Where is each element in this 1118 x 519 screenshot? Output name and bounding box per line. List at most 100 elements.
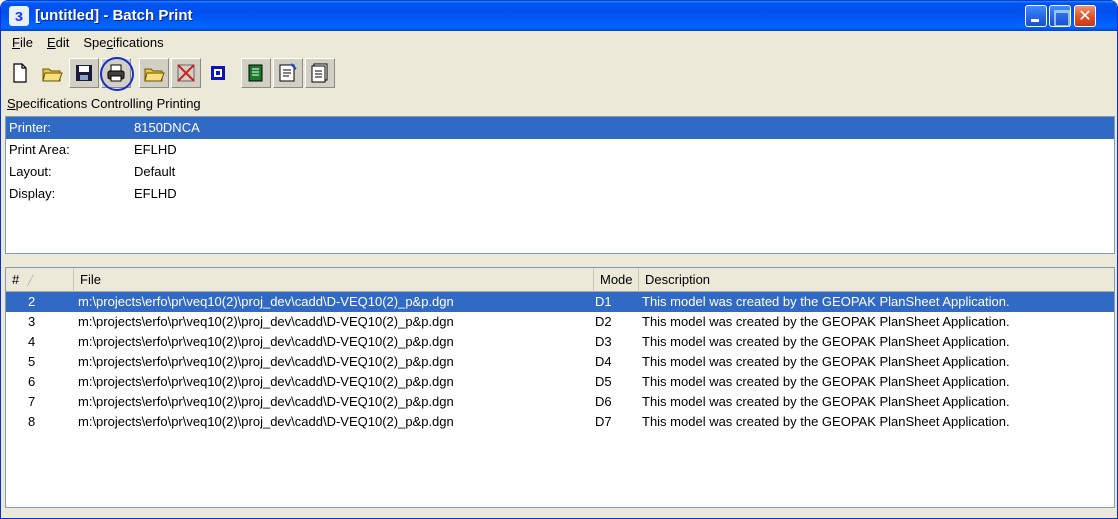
sort-arrow-icon: ╱ [27, 276, 34, 287]
cell-description: This model was created by the GEOPAK Pla… [642, 354, 1010, 369]
cell-number: 7 [28, 394, 36, 409]
window-title: [untitled] - Batch Print [35, 7, 193, 24]
spec-label-text: pecifications Controlling Printing [15, 96, 201, 111]
green-document-icon [248, 64, 263, 81]
cell-number: 4 [28, 334, 36, 349]
cell-file: m:\projects\erfo\pr\veq10(2)\proj_dev\ca… [78, 294, 454, 309]
document-list-icon [311, 63, 328, 82]
cell-description: This model was created by the GEOPAK Pla… [642, 314, 1010, 329]
table-row[interactable]: 6 m:\projects\erfo\pr\veq10(2)\proj_dev\… [6, 372, 1114, 392]
new-button[interactable] [5, 58, 35, 88]
open-button[interactable] [37, 58, 67, 88]
app-logo-icon: ɜ [9, 6, 29, 26]
column-header-number[interactable]: # ╱ [6, 268, 74, 292]
cell-mode: D6 [595, 394, 612, 409]
cell-description: This model was created by the GEOPAK Pla… [642, 394, 1010, 409]
specifications-label: Specifications Controlling Printing [7, 96, 201, 111]
delete-x-icon [177, 63, 195, 82]
save-button[interactable] [69, 57, 99, 88]
menu-file-label: ile [19, 35, 33, 50]
maximize-icon [1050, 6, 1070, 27]
open-folder-icon [42, 68, 63, 81]
spec-value: Default [134, 164, 176, 179]
save-disk-icon [76, 64, 92, 81]
table-row[interactable]: 7 m:\projects\erfo\pr\veq10(2)\proj_dev\… [6, 392, 1114, 412]
maximize-button[interactable] [1049, 5, 1071, 27]
cell-mode: D1 [595, 294, 612, 309]
document-list-button[interactable] [305, 57, 335, 88]
batch-print-window: ɜ [untitled] - Batch Print ✕ File Edit S… [0, 0, 1118, 519]
cell-number: 5 [28, 354, 36, 369]
column-header-mode[interactable]: Mode [594, 268, 639, 292]
column-header-description[interactable]: Description [639, 268, 1114, 292]
file-list-header: # ╱ File Mode Description [6, 268, 1114, 292]
cell-file: m:\projects\erfo\pr\veq10(2)\proj_dev\ca… [78, 314, 454, 329]
minimize-button[interactable] [1025, 5, 1047, 27]
spec-value: EFLHD [134, 142, 177, 157]
spec-value: EFLHD [134, 186, 177, 201]
menu-file-mnemonic: F [12, 35, 20, 50]
cell-file: m:\projects\erfo\pr\veq10(2)\proj_dev\ca… [78, 334, 454, 349]
cell-mode: D2 [595, 314, 612, 329]
file-list[interactable]: # ╱ File Mode Description 2 m:\projects\e… [5, 267, 1115, 508]
spec-key: Display: [9, 186, 56, 201]
cell-number: 2 [28, 294, 36, 309]
cell-description: This model was created by the GEOPAK Pla… [642, 294, 1010, 309]
table-row[interactable]: 8 m:\projects\erfo\pr\veq10(2)\proj_dev\… [6, 412, 1114, 432]
table-row[interactable]: 3 m:\projects\erfo\pr\veq10(2)\proj_dev\… [6, 312, 1114, 332]
print-button[interactable] [100, 56, 134, 91]
cell-number: 3 [28, 314, 36, 329]
cell-mode: D5 [595, 374, 612, 389]
spec-value: 8150DNCA [134, 120, 200, 135]
cell-mode: D3 [595, 334, 612, 349]
document-edit-button[interactable] [273, 57, 303, 88]
close-button[interactable]: ✕ [1074, 5, 1096, 27]
spec-row-layout[interactable]: Layout: Default [6, 161, 1114, 183]
column-header-file[interactable]: File [74, 268, 594, 292]
spec-key: Print Area: [9, 142, 70, 157]
highlight-ring [100, 56, 134, 91]
menu-spec-label: ifications [113, 35, 164, 50]
cell-file: m:\projects\erfo\pr\veq10(2)\proj_dev\ca… [78, 414, 454, 429]
specifications-list[interactable]: Printer: 8150DNCA Print Area: EFLHD Layo… [5, 116, 1115, 254]
menu-file[interactable]: File [5, 33, 40, 53]
spec-row-printer[interactable]: Printer: 8150DNCA [6, 117, 1114, 139]
window-square-icon [211, 65, 225, 80]
table-row[interactable]: 4 m:\projects\erfo\pr\veq10(2)\proj_dev\… [6, 332, 1114, 352]
cell-mode: D7 [595, 414, 612, 429]
spec-row-print-area[interactable]: Print Area: EFLHD [6, 139, 1114, 161]
cell-description: This model was created by the GEOPAK Pla… [642, 334, 1010, 349]
document-edit-icon [279, 62, 297, 81]
menu-edit-mnemonic: E [46, 35, 56, 50]
menu-specifications[interactable]: Specifications [76, 33, 170, 53]
spec-key: Layout: [9, 164, 52, 179]
new-document-icon [13, 62, 27, 83]
table-row[interactable]: 5 m:\projects\erfo\pr\veq10(2)\proj_dev\… [6, 352, 1114, 372]
open-spec-folder-icon [144, 68, 165, 81]
cell-description: This model was created by the GEOPAK Pla… [642, 374, 1010, 389]
delete-button[interactable] [171, 57, 201, 88]
spec-key: Printer: [9, 120, 51, 135]
spec-row-display[interactable]: Display: EFLHD [6, 183, 1114, 205]
cell-mode: D4 [595, 354, 612, 369]
cell-file: m:\projects\erfo\pr\veq10(2)\proj_dev\ca… [78, 354, 454, 369]
spec-label-mnemonic: S [7, 96, 16, 111]
menu-edit-label: dit [55, 35, 70, 50]
toolbar [5, 56, 337, 91]
cell-file: m:\projects\erfo\pr\veq10(2)\proj_dev\ca… [78, 394, 454, 409]
green-document-button[interactable] [241, 57, 271, 88]
close-icon: ✕ [1078, 6, 1092, 25]
window-button[interactable] [203, 58, 233, 88]
title-bar[interactable]: ɜ [untitled] - Batch Print ✕ [1, 1, 1117, 31]
cell-description: This model was created by the GEOPAK Pla… [642, 414, 1010, 429]
menu-edit[interactable]: Edit [40, 33, 76, 53]
column-number-label: # [12, 272, 20, 287]
cell-number: 6 [28, 374, 36, 389]
cell-number: 8 [28, 414, 36, 429]
cell-file: m:\projects\erfo\pr\veq10(2)\proj_dev\ca… [78, 374, 454, 389]
menu-spec-label-pre: Spe [83, 35, 107, 50]
table-row[interactable]: 2 m:\projects\erfo\pr\veq10(2)\proj_dev\… [6, 292, 1114, 312]
minimize-icon [1026, 6, 1046, 26]
open-spec-button[interactable] [139, 57, 169, 88]
menu-bar: File Edit Specifications [5, 33, 171, 53]
